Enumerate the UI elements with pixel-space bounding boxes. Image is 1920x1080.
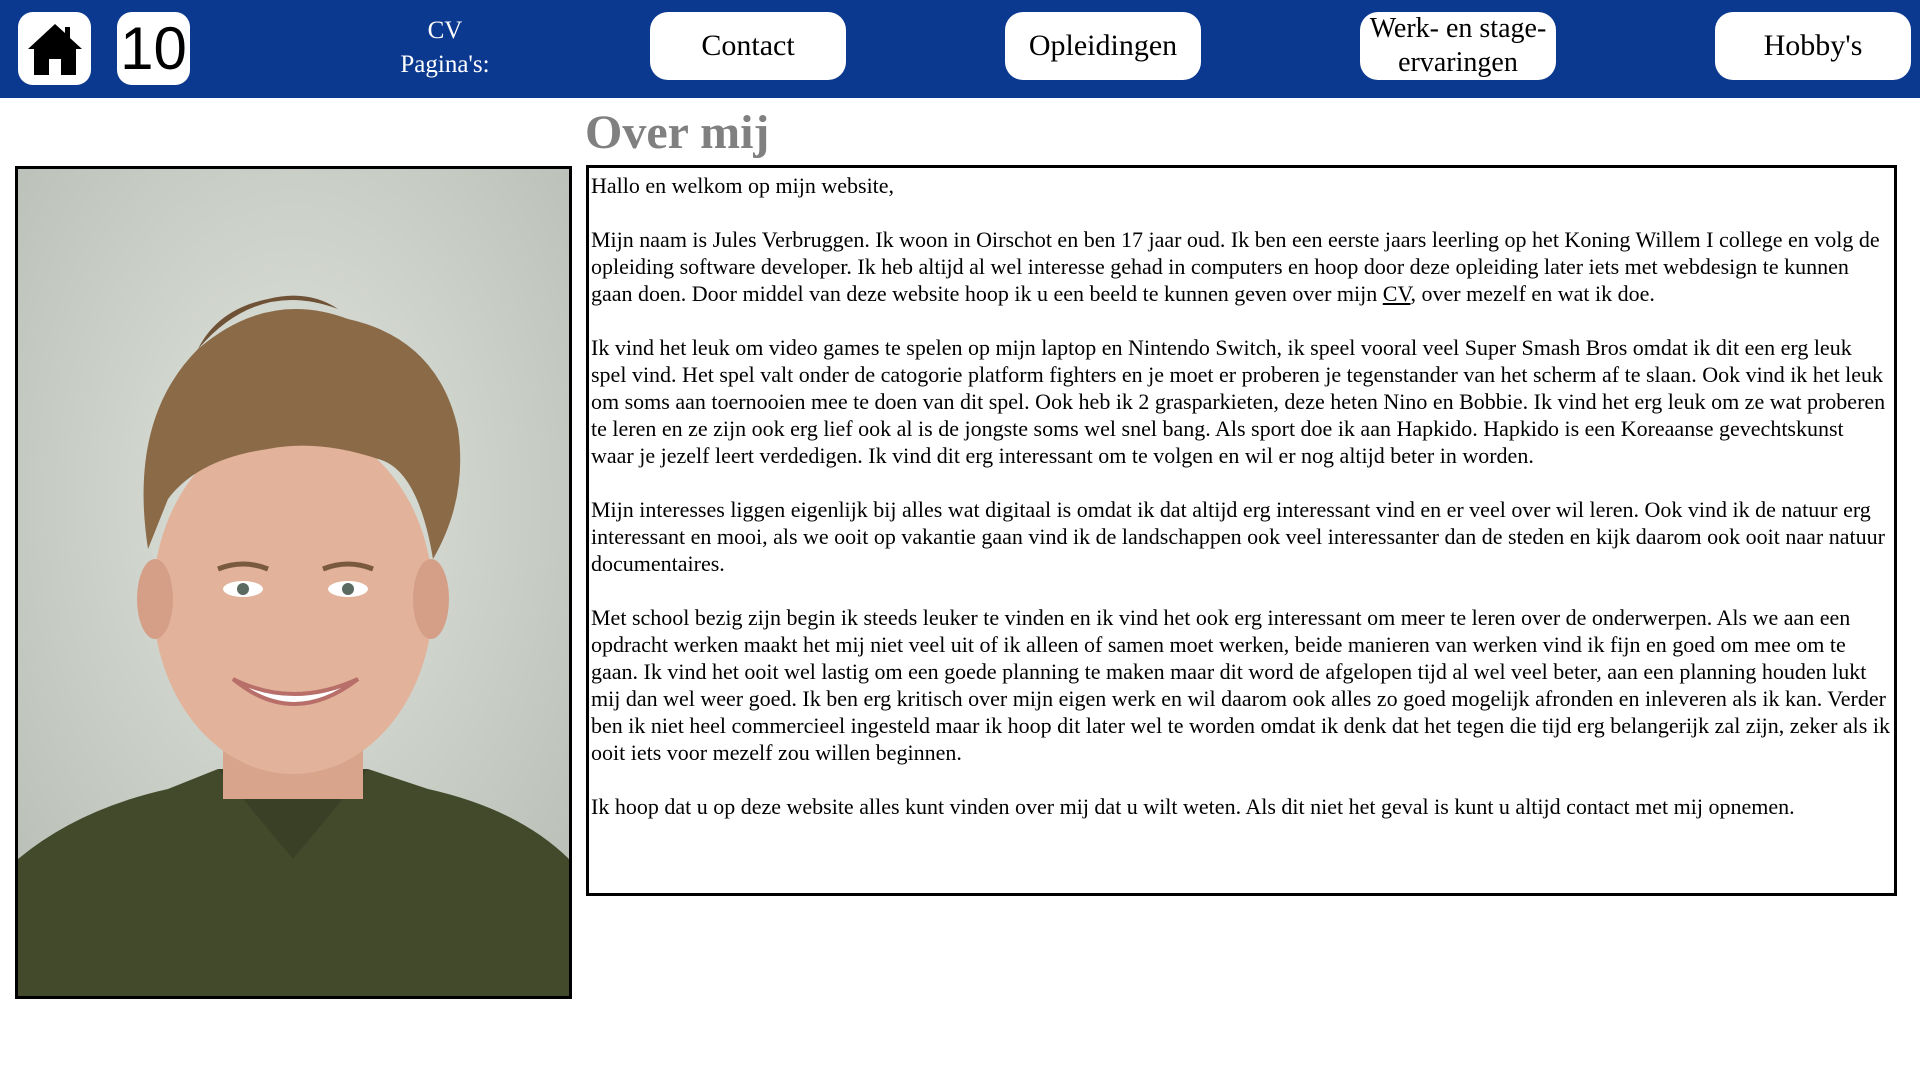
about-p1-text-end: , over mezelf en wat ik doe. <box>1410 281 1655 306</box>
cv-label-line1: CV <box>427 17 463 44</box>
hobbys-button[interactable]: Hobby's <box>1715 12 1911 80</box>
about-text-box: Hallo en welkom op mijn website, Mijn na… <box>586 165 1897 896</box>
werk-label-line2: ervaringen <box>1398 47 1518 78</box>
home-icon <box>27 23 82 75</box>
profile-photo <box>15 166 572 999</box>
portrait-image <box>18 169 569 996</box>
werk-stage-button[interactable]: Werk- en stage- ervaringen <box>1360 12 1556 80</box>
home-button[interactable] <box>18 12 91 85</box>
about-paragraph-1: Mijn naam is Jules Verbruggen. Ik woon i… <box>591 226 1890 307</box>
about-paragraph-5: Ik hoop dat u op deze website alles kunt… <box>591 794 1795 819</box>
cv-pages-label: CV Pagina's: <box>380 14 510 82</box>
about-paragraph-4: Met school bezig zijn begin ik steeds le… <box>591 605 1890 765</box>
opleidingen-button[interactable]: Opleidingen <box>1005 12 1201 80</box>
about-p1-text: Mijn naam is Jules Verbruggen. Ik woon i… <box>591 227 1880 306</box>
about-paragraph-3: Mijn interesses liggen eigenlijk bij all… <box>591 497 1885 576</box>
contact-button[interactable]: Contact <box>650 12 846 80</box>
cv-label-line2: Pagina's: <box>400 51 490 78</box>
about-greeting: Hallo en welkom op mijn website, <box>591 173 895 198</box>
werk-label-line1: Werk- en stage- <box>1369 13 1547 44</box>
about-paragraph-2: Ik vind het leuk om video games te spele… <box>591 335 1886 468</box>
navbar: 10 CV Pagina's: Contact Opleidingen Werk… <box>0 0 1920 98</box>
number-button[interactable]: 10 <box>117 12 190 85</box>
page-title: Over mij <box>585 106 770 159</box>
cv-link[interactable]: CV <box>1383 281 1411 306</box>
